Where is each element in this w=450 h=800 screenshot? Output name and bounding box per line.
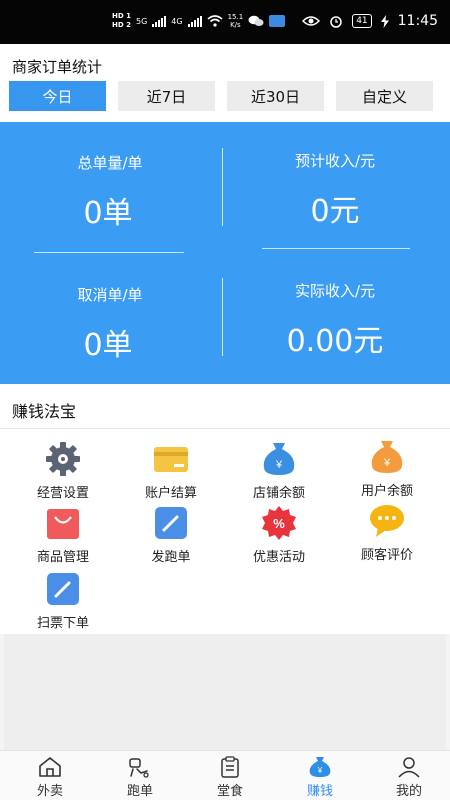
tool-send-errand[interactable]: 发跑单 <box>116 504 226 565</box>
house-icon <box>36 755 64 779</box>
divider-right <box>262 248 410 249</box>
divider-vertical-bottom <box>222 278 223 356</box>
svg-text:%: % <box>273 516 285 531</box>
svg-text:¥: ¥ <box>383 457 391 469</box>
speed-unit: K/s <box>230 21 241 29</box>
total-orders-value: 0单 <box>83 196 133 231</box>
header-card: 商家订单统计 今日 近7日 近30日 自定义 <box>0 44 450 122</box>
section-divider <box>0 428 450 429</box>
tool-label: 账户结算 <box>144 486 197 501</box>
total-orders-label: 总单量/单 <box>77 154 143 172</box>
tool-label: 优惠活动 <box>252 550 305 565</box>
status-left: HD 1 HD 2 5G 4G 15.1 K/s <box>112 12 286 30</box>
tool-scan-order[interactable]: 扫票下单 <box>8 570 118 631</box>
tool-user-balance[interactable]: ¥ 用户余额 <box>332 438 442 499</box>
runner-icon <box>126 755 154 779</box>
hd-indicator: HD 1 HD 2 <box>112 12 131 30</box>
net-speed: 15.1 K/s <box>228 13 244 29</box>
cancelled-orders-value: 0单 <box>83 328 133 363</box>
money-bag-icon: ¥ <box>306 755 334 779</box>
net-4g-label: 4G <box>171 16 183 26</box>
wifi-icon <box>207 15 223 27</box>
tool-label: 经营设置 <box>36 486 89 501</box>
expected-income-label: 预计收入/元 <box>294 152 376 170</box>
person-icon <box>395 755 423 779</box>
tool-account-settlement[interactable]: 账户结算 <box>116 440 226 501</box>
nav-label: 跑单 <box>126 784 153 799</box>
nav-label: 赚钱 <box>306 784 333 799</box>
battery-level: 41 <box>352 14 372 28</box>
actual-income-label: 实际收入/元 <box>294 282 376 300</box>
nav-label: 我的 <box>395 784 422 799</box>
wechat-icon <box>248 15 264 26</box>
tool-label: 商品管理 <box>36 550 89 565</box>
stats-panel: 总单量/单 0单 预计收入/元 0元 取消单/单 0单 实际收入/元 0.00元 <box>0 122 450 384</box>
hd2-label: HD 2 <box>112 21 131 29</box>
cancelled-orders-label: 取消单/单 <box>77 286 143 304</box>
tab-7-days[interactable]: 近7日 <box>118 81 215 111</box>
net-5g-label: 5G <box>135 16 148 26</box>
pencil-icon <box>152 504 190 542</box>
tool-shop-balance[interactable]: ¥ 店铺余额 <box>224 440 334 501</box>
tab-custom[interactable]: 自定义 <box>336 81 433 111</box>
card-icon <box>152 440 190 478</box>
nav-earn-money[interactable]: ¥ 赚钱 <box>285 755 355 799</box>
alarm-icon <box>330 16 342 28</box>
tool-label: 扫票下单 <box>36 616 89 631</box>
svg-text:¥: ¥ <box>317 766 323 775</box>
nav-label: 堂食 <box>216 784 243 799</box>
divider-left <box>34 252 184 253</box>
divider-vertical-top <box>222 148 223 226</box>
clipboard-icon <box>216 755 244 779</box>
clock: 11:45 <box>397 13 438 29</box>
tool-label: 顾客评价 <box>360 548 413 563</box>
tools-title: 赚钱法宝 <box>12 402 77 421</box>
status-bar: HD 1 HD 2 5G 4G 15.1 K/s 41 11:45 <box>0 0 450 44</box>
eye-icon <box>302 16 321 26</box>
tools-card: 赚钱法宝 经营设置 账户结算 ¥ 店铺余额 ¥ 用户余额 商品管理 发跑单 % … <box>0 384 450 634</box>
tool-label: 店铺余额 <box>252 486 305 501</box>
signal-icon <box>152 15 167 27</box>
tool-product-management[interactable]: 商品管理 <box>8 504 118 565</box>
shopping-bag-icon <box>44 504 82 542</box>
signal-icon-2 <box>187 15 202 27</box>
pencil-icon <box>44 570 82 608</box>
tool-business-settings[interactable]: 经营设置 <box>8 440 118 501</box>
discount-badge-icon: % <box>260 504 298 542</box>
hd1-label: HD 1 <box>112 12 131 20</box>
nav-dine-in[interactable]: 堂食 <box>195 755 265 799</box>
gear-icon <box>44 440 82 478</box>
app-notification-icon <box>269 15 286 27</box>
tool-promotions[interactable]: % 优惠活动 <box>224 504 334 565</box>
nav-takeout[interactable]: 外卖 <box>15 755 85 799</box>
money-bag-icon: ¥ <box>368 438 406 476</box>
nav-errand[interactable]: 跑单 <box>105 755 175 799</box>
tab-today[interactable]: 今日 <box>9 81 106 111</box>
speed-value: 15.1 <box>227 13 244 21</box>
empty-content-area <box>4 634 446 750</box>
bottom-nav: 外卖 跑单 堂食 ¥ 赚钱 我的 <box>0 750 450 800</box>
tab-30-days[interactable]: 近30日 <box>227 81 324 111</box>
status-right: 41 11:45 <box>302 13 438 29</box>
nav-label: 外卖 <box>36 784 63 799</box>
tool-customer-reviews[interactable]: 顾客评价 <box>332 502 442 563</box>
actual-income-value: 0.00元 <box>286 324 384 359</box>
tool-label: 用户余额 <box>360 484 413 499</box>
page-title: 商家订单统计 <box>12 58 103 76</box>
chat-bubble-icon <box>368 502 406 540</box>
nav-mine[interactable]: 我的 <box>374 755 444 799</box>
charging-icon <box>380 14 389 28</box>
expected-income-value: 0元 <box>310 194 360 229</box>
money-bag-icon: ¥ <box>260 440 298 478</box>
tool-label: 发跑单 <box>151 550 191 565</box>
svg-text:¥: ¥ <box>275 459 283 471</box>
